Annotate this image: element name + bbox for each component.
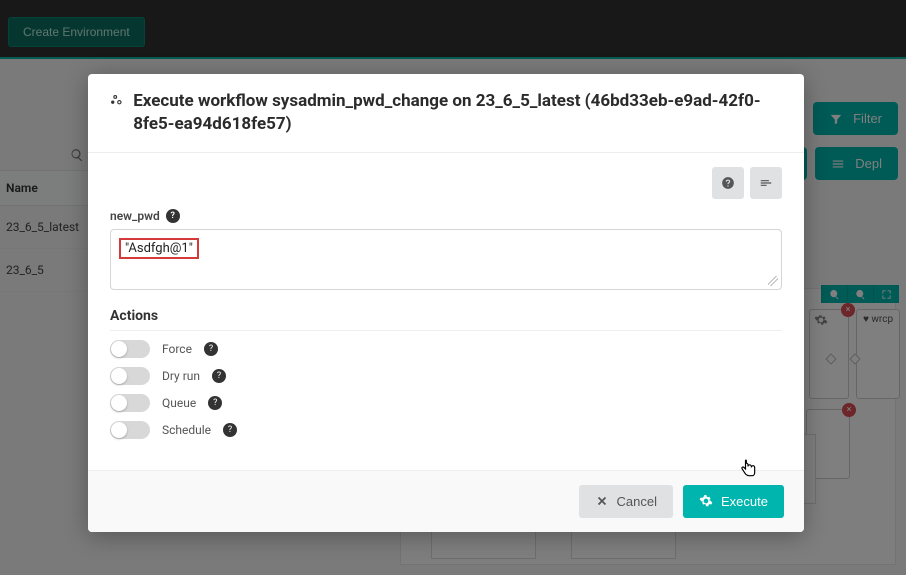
- yaml-toggle-button[interactable]: [750, 167, 782, 199]
- actions-section-title: Actions: [110, 308, 782, 331]
- cancel-label: Cancel: [617, 494, 657, 509]
- modal-body: new_pwd ? "Asdfgh@1" Actions Force ? Dry…: [88, 153, 804, 470]
- new-pwd-value: "Asdfgh@1": [119, 238, 199, 259]
- help-icon[interactable]: ?: [166, 209, 180, 223]
- stream-icon: [759, 176, 773, 190]
- toggle-switch[interactable]: [110, 340, 150, 358]
- question-icon: [721, 176, 735, 190]
- help-icon[interactable]: ?: [223, 423, 237, 437]
- help-icon[interactable]: ?: [204, 342, 218, 356]
- toggle-label: Dry run: [162, 369, 200, 383]
- cog-icon: [699, 494, 713, 508]
- toggle-queue[interactable]: Queue ?: [110, 394, 782, 412]
- toggle-switch[interactable]: [110, 421, 150, 439]
- modal-header: Execute workflow sysadmin_pwd_change on …: [88, 74, 804, 153]
- execute-button[interactable]: Execute: [683, 485, 784, 518]
- toggle-label: Force: [162, 342, 192, 356]
- modal-title: Execute workflow sysadmin_pwd_change on …: [133, 90, 782, 136]
- toggle-force[interactable]: Force ?: [110, 340, 782, 358]
- help-icon[interactable]: ?: [212, 369, 226, 383]
- toggle-schedule[interactable]: Schedule ?: [110, 421, 782, 439]
- help-icon[interactable]: ?: [208, 396, 222, 410]
- field-label-new-pwd: new_pwd ?: [110, 209, 782, 223]
- cancel-button[interactable]: Cancel: [579, 485, 673, 518]
- help-button[interactable]: [712, 167, 744, 199]
- close-icon: [595, 494, 609, 508]
- toggle-dry-run[interactable]: Dry run ?: [110, 367, 782, 385]
- toggle-label: Schedule: [162, 423, 211, 437]
- execute-workflow-modal: Execute workflow sysadmin_pwd_change on …: [88, 74, 804, 532]
- toggle-switch[interactable]: [110, 394, 150, 412]
- modal-footer: Cancel Execute: [88, 470, 804, 532]
- execute-label: Execute: [721, 494, 768, 509]
- new-pwd-input[interactable]: "Asdfgh@1": [110, 229, 782, 290]
- toggle-switch[interactable]: [110, 367, 150, 385]
- toggle-label: Queue: [162, 396, 196, 410]
- cogs-icon: [110, 92, 123, 108]
